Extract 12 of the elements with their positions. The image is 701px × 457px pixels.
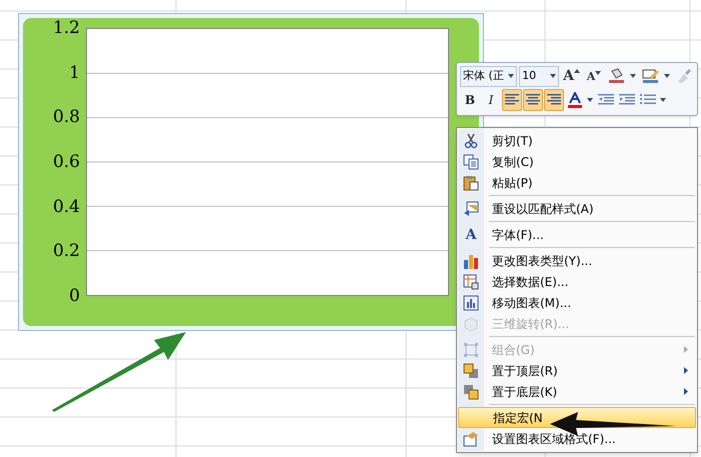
italic-label: I: [488, 92, 494, 109]
grow-font-label: A: [563, 69, 574, 83]
axis-label: 1: [69, 64, 80, 82]
font-icon: A: [466, 228, 476, 242]
axis-label: 0.8: [52, 108, 80, 126]
axis-label: 0: [69, 286, 80, 305]
shrink-font-label: A: [586, 70, 596, 82]
axis-label: 0.2: [52, 242, 80, 260]
axis-label: 0.4: [52, 198, 80, 216]
axis-label: 0.6: [52, 152, 80, 171]
bold-label: B: [464, 92, 476, 109]
axis-label: 1.2: [52, 19, 80, 37]
